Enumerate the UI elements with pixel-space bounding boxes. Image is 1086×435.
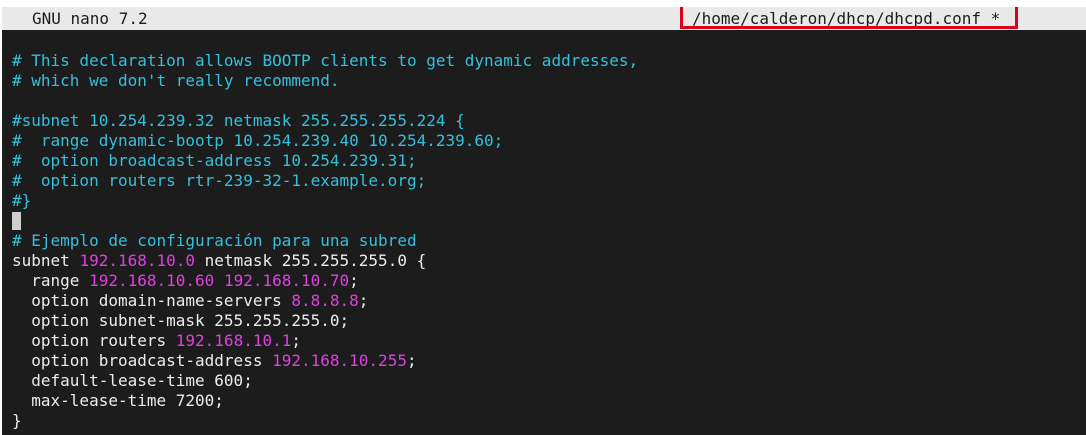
code-line: #}	[12, 191, 1086, 211]
config-text: option broadcast-address	[12, 351, 273, 370]
config-text: option routers	[12, 331, 176, 350]
nano-title-bar: GNU nano 7.2 /home/calderon/dhcp/dhcpd.c…	[2, 7, 1086, 30]
config-text: option subnet-mask 255.255.255.0;	[12, 311, 350, 330]
config-text: ;	[291, 331, 301, 350]
code-line: range 192.168.10.60 192.168.10.70;	[12, 271, 1086, 291]
config-text: option domain-name-servers	[12, 291, 292, 310]
ip-literal: 192.168.10.0	[79, 251, 196, 270]
code-line	[12, 211, 1086, 231]
config-text: range	[12, 271, 90, 290]
config-text	[214, 271, 224, 290]
ip-literal: 192.168.10.70	[223, 271, 350, 290]
code-line: max-lease-time 7200;	[12, 391, 1086, 411]
config-text: ;	[406, 351, 417, 370]
config-text: }	[12, 411, 22, 430]
config-text: netmask 255.255.255.0 {	[195, 251, 427, 270]
code-line: # Ejemplo de configuración para una subr…	[12, 231, 1086, 251]
config-text: max-lease-time 7200;	[12, 391, 224, 410]
text-cursor	[12, 211, 21, 230]
code-line: # option routers rtr-239-32-1.example.or…	[12, 171, 1086, 191]
comment-text: # which we don't really recommend.	[12, 71, 340, 90]
config-text: ;	[349, 271, 359, 290]
code-line: #subnet 10.254.239.32 netmask 255.255.25…	[12, 111, 1086, 131]
comment-text: #}	[12, 191, 32, 210]
comment-text: #subnet 10.254.239.32 netmask 255.255.25…	[12, 111, 465, 130]
app-version-label: GNU nano 7.2	[32, 9, 148, 28]
comment-text: # Ejemplo de configuración para una subr…	[12, 231, 417, 250]
config-text: ;	[358, 291, 369, 310]
comment-text: # option routers rtr-239-32-1.example.or…	[12, 171, 427, 190]
code-line: # option broadcast-address 10.254.239.31…	[12, 151, 1086, 171]
editor-text-area[interactable]: # This declaration allows BOOTP clients …	[12, 51, 1086, 431]
config-text: default-lease-time 600;	[12, 371, 253, 390]
nano-terminal-window[interactable]: GNU nano 7.2 /home/calderon/dhcp/dhcpd.c…	[2, 7, 1086, 435]
code-line: option broadcast-address 192.168.10.255;	[12, 351, 1086, 371]
file-path-label: /home/calderon/dhcp/dhcpd.conf *	[692, 9, 1001, 28]
ip-literal: 192.168.10.1	[175, 331, 292, 350]
ip-literal: 8.8.8.8	[291, 291, 359, 310]
code-line: # which we don't really recommend.	[12, 71, 1086, 91]
ip-literal: 192.168.10.60	[89, 271, 215, 290]
code-line: option subnet-mask 255.255.255.0;	[12, 311, 1086, 331]
comment-text: # option broadcast-address 10.254.239.31…	[12, 151, 417, 170]
code-line: option domain-name-servers 8.8.8.8;	[12, 291, 1086, 311]
ip-literal: 192.168.10.255	[272, 351, 407, 370]
code-line: option routers 192.168.10.1;	[12, 331, 1086, 351]
config-text: subnet	[12, 251, 80, 270]
comment-text: # range dynamic-bootp 10.254.239.40 10.2…	[12, 131, 504, 150]
code-line: # This declaration allows BOOTP clients …	[12, 51, 1086, 71]
code-line: # range dynamic-bootp 10.254.239.40 10.2…	[12, 131, 1086, 151]
code-line: }	[12, 411, 1086, 431]
code-line: default-lease-time 600;	[12, 371, 1086, 391]
code-line: subnet 192.168.10.0 netmask 255.255.255.…	[12, 251, 1086, 271]
comment-text: # This declaration allows BOOTP clients …	[12, 51, 639, 70]
